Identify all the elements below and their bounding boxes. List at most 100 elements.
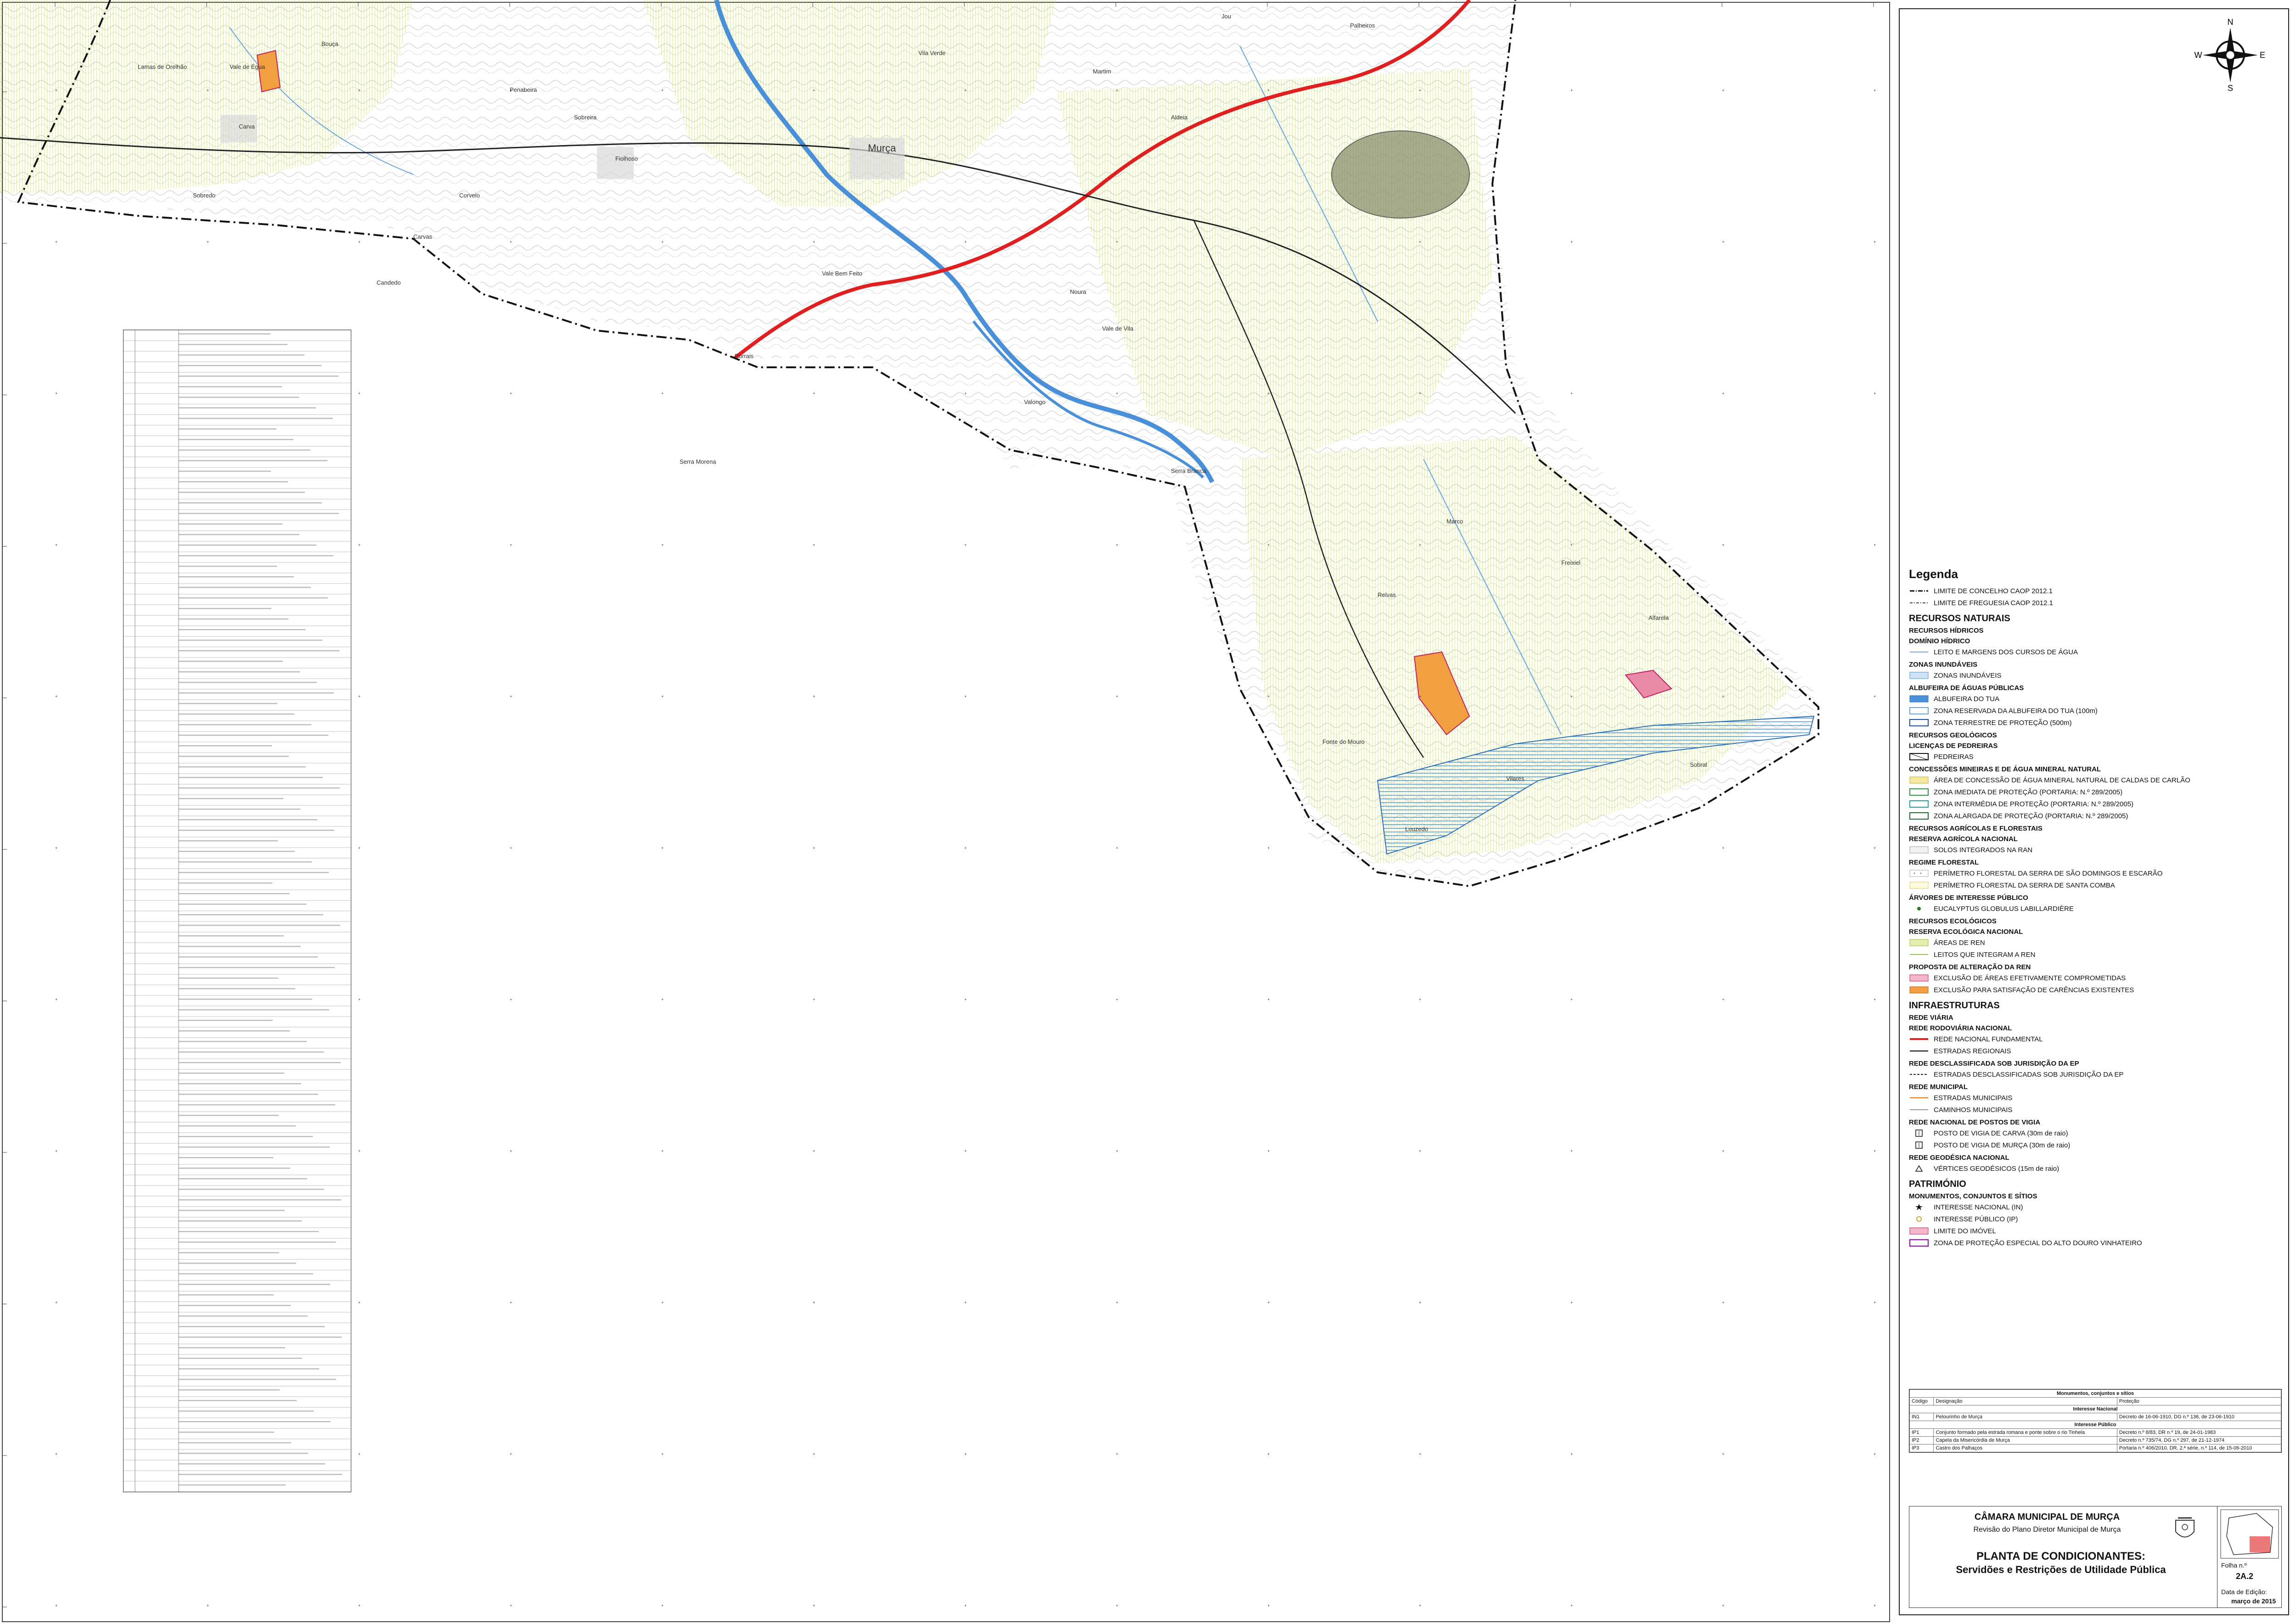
legend-section: INFRAESTRUTURAS — [1909, 1000, 2000, 1011]
table-row-text — [179, 692, 334, 694]
sheet-number: 2A.2 — [2236, 1572, 2254, 1581]
table-row-text — [179, 523, 282, 525]
table-row-text — [179, 1484, 286, 1486]
table-row-text — [179, 397, 299, 398]
legend-item: CAMINHOS MUNICIPAIS — [1909, 1104, 2276, 1116]
table-row-text — [179, 1463, 325, 1465]
legend-item: POSTO DE VIGIA DE CARVA (30m de raio) — [1909, 1127, 2276, 1139]
grid-cross: + — [510, 1300, 512, 1305]
table-row-text — [179, 882, 272, 884]
table-row-text — [179, 703, 277, 704]
grid-cross: + — [1419, 88, 1421, 93]
fillorange-icon — [1909, 986, 1929, 994]
legend-item-label: PERÍMETRO FLORESTAL DA SERRA DE SÃO DOMI… — [1934, 869, 2163, 877]
place-label: Sobral — [1690, 761, 1707, 768]
table-row-text — [179, 1368, 319, 1370]
legend-item: ÁREA DE CONCESSÃO DE ÁGUA MINERAL NATURA… — [1909, 774, 2276, 786]
legend-item-label: VÉRTICES GEODÉSICOS (15m de raio) — [1934, 1164, 2060, 1173]
place-label: Louzedo — [1405, 826, 1428, 832]
place-label: Fiolhoso — [615, 155, 638, 162]
title-block: CÂMARA MUNICIPAL DE MURÇA Revisão do Pla… — [1909, 1506, 2282, 1608]
legend-item: ZONA RESERVADA DA ALBUFEIRA DO TUA (100m… — [1909, 705, 2276, 717]
table-row-text — [179, 1474, 342, 1475]
legend-item: SOLOS INTEGRADOS NA RAN — [1909, 844, 2276, 856]
table-row-text — [179, 597, 328, 599]
municipality-name: CÂMARA MUNICIPAL DE MURÇA — [1974, 1512, 2120, 1522]
table-row-text — [179, 1146, 330, 1148]
legend-item: EXCLUSÃO DE ÁREAS EFETIVAMENTE COMPROMET… — [1909, 972, 2276, 984]
grid-cross: + — [510, 846, 512, 850]
legend-item-label: ÁREA DE CONCESSÃO DE ÁGUA MINERAL NATURA… — [1934, 776, 2190, 784]
legend-subsection: REGIME FLORESTAL — [1909, 859, 1979, 866]
table-row-text — [179, 1326, 325, 1327]
edition-date-label: Data de Edição: — [2221, 1588, 2267, 1596]
grid-cross: + — [813, 543, 815, 547]
grid-cross: + — [1419, 997, 1421, 1002]
boxteal-icon — [1909, 800, 1929, 808]
legend-item-label: ALBUFEIRA DO TUA — [1934, 695, 2000, 703]
grid-cross: + — [1874, 391, 1876, 396]
table-row-text — [179, 418, 333, 419]
legend-subsection: REDE NACIONAL DE POSTOS DE VIGIA — [1909, 1118, 2041, 1126]
grid-cross: + — [1722, 88, 1724, 93]
table-row-text — [179, 492, 305, 493]
table-row-text — [179, 724, 311, 725]
table-row-text — [179, 1263, 296, 1264]
table-row-text — [179, 608, 271, 609]
table-row-text — [179, 756, 289, 757]
grid-cross: + — [1419, 1300, 1421, 1305]
legend-subsection: DOMÍNIO HÍDRICO — [1909, 637, 1970, 645]
table-row-text — [179, 1083, 301, 1085]
dotsyellow-icon — [1909, 881, 1929, 889]
table-row-text — [179, 460, 327, 461]
urban-area — [597, 147, 634, 179]
table-row-text — [179, 1389, 280, 1391]
legend-item: PERÍMETRO FLORESTAL DA SERRA DE SÃO DOMI… — [1909, 867, 2276, 879]
legend-item-label: REDE NACIONAL FUNDAMENTAL — [1934, 1035, 2043, 1043]
vigia-icon — [1909, 1141, 1929, 1149]
table-row-text — [179, 1421, 331, 1422]
table-row-text — [179, 1030, 290, 1032]
concelho-icon — [1909, 587, 1929, 595]
legend: Legenda LIMITE DE CONCELHO CAOP 2012.1 LI… — [1909, 567, 2276, 1249]
grid-cross: + — [358, 1300, 360, 1305]
table-row-text — [179, 1284, 330, 1285]
table-row-text — [179, 925, 340, 926]
legend-item-label: LIMITE DE CONCELHO CAOP 2012.1 — [1934, 587, 2053, 595]
grid-cross: + — [1570, 88, 1573, 93]
table-row-text — [179, 872, 329, 873]
table-row-text — [179, 1210, 285, 1211]
grid-cross: + — [358, 391, 360, 396]
place-label: Murça — [868, 142, 896, 154]
place-label: Lamas de Orelhão — [138, 63, 187, 70]
legend-item: POSTO DE VIGIA DE MURÇA (30m de raio) — [1909, 1139, 2276, 1151]
boxgrey-icon — [1909, 846, 1929, 854]
legend-item: LIMITE DE CONCELHO CAOP 2012.1 — [1909, 585, 2276, 597]
table-row-text — [179, 1168, 290, 1169]
grid-cross: + — [1722, 997, 1724, 1002]
legend-item-label: ZONAS INUNDÁVEIS — [1934, 671, 2002, 680]
legend-item: ALBUFEIRA DO TUA — [1909, 693, 2276, 705]
table-cell: Portaria n.º 406/2010, DR, 2.ª série, n.… — [2116, 1444, 2282, 1452]
grid-cross: + — [813, 1603, 815, 1608]
legend-item-label: POSTO DE VIGIA DE CARVA (30m de raio) — [1934, 1129, 2068, 1137]
grid-cross: + — [1267, 240, 1270, 244]
place-label: Jou — [1221, 13, 1231, 20]
table-row-text — [179, 1041, 307, 1042]
legend-item-label: LIMITE DE FREGUESIA CAOP 2012.1 — [1934, 599, 2053, 607]
grid-cross: + — [1722, 694, 1724, 699]
table-row-text — [179, 735, 328, 736]
grid-cross: + — [1267, 391, 1270, 396]
table-cell: IP3 — [1909, 1444, 1934, 1452]
legend-item-label: ZONA ALARGADA DE PROTEÇÃO (PORTARIA: N.º… — [1934, 812, 2128, 820]
table-row-text — [179, 1410, 314, 1412]
grid-cross: + — [55, 240, 57, 244]
table-row-text — [179, 967, 335, 968]
col-codigo: Código — [1909, 1397, 1934, 1405]
place-label: Serra Morena — [680, 458, 716, 465]
place-label: Vila Verde — [918, 50, 945, 56]
grid-cross: + — [1874, 846, 1876, 850]
table-row-text — [179, 1231, 319, 1232]
grid-cross: + — [661, 694, 664, 699]
grid-cross: + — [207, 240, 209, 244]
